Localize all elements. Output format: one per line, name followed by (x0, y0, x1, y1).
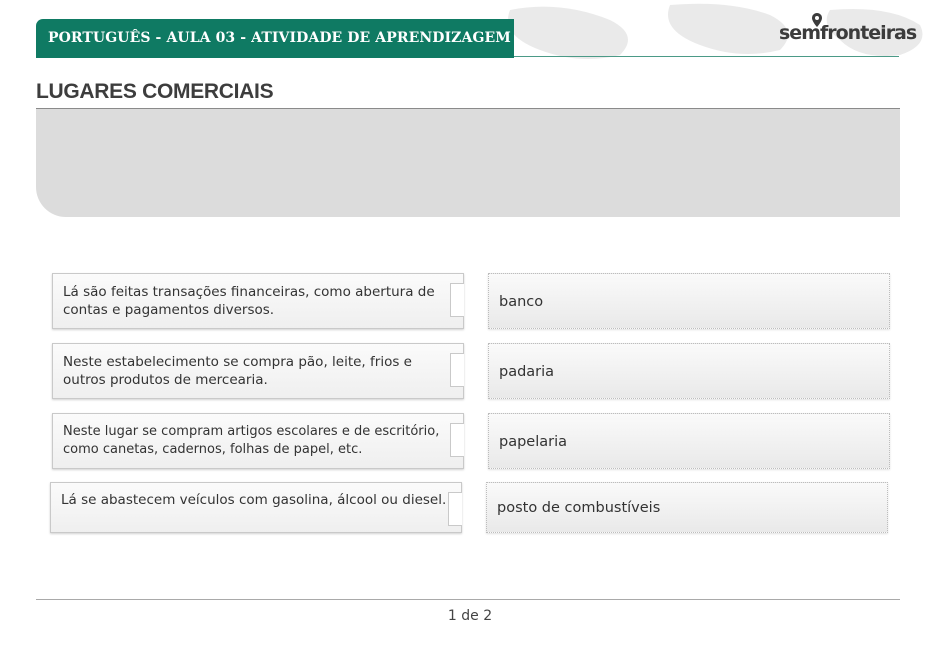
match-row: Neste lugar se compram artigos escolares… (52, 413, 892, 469)
footer-divider (36, 599, 900, 600)
drop-connector (450, 283, 464, 317)
lesson-title-banner: PORTUGUÊS - AULA 03 - ATIVIDADE DE APREN… (36, 19, 514, 58)
description-card[interactable]: Lá se abastecem veículos com gasolina, á… (50, 482, 462, 533)
description-card[interactable]: Lá são feitas transações financeiras, co… (52, 273, 464, 329)
answer-card[interactable]: banco (488, 273, 890, 329)
description-card[interactable]: Neste lugar se compram artigos escolares… (52, 413, 464, 469)
drop-connector (450, 423, 464, 457)
brand-logo: semfronteiras (779, 13, 917, 48)
match-row: Neste estabelecimento se compra pão, lei… (52, 343, 892, 399)
answer-card[interactable]: padaria (488, 343, 890, 399)
header-divider (514, 56, 899, 57)
match-row: Lá são feitas transações financeiras, co… (52, 273, 892, 329)
answer-card[interactable]: posto de combustíveis (486, 482, 888, 533)
page-indicator: 1 de 2 (447, 608, 493, 624)
drop-connector (448, 492, 462, 526)
section-title: LUGARES COMERCIAIS (36, 80, 274, 103)
drop-connector (450, 353, 464, 387)
answer-card[interactable]: papelaria (488, 413, 890, 469)
description-card[interactable]: Neste estabelecimento se compra pão, lei… (52, 343, 464, 399)
instructions-panel (36, 109, 900, 217)
match-row: Lá se abastecem veículos com gasolina, á… (50, 482, 890, 538)
brand-logo-text: semfronteiras (779, 22, 917, 44)
